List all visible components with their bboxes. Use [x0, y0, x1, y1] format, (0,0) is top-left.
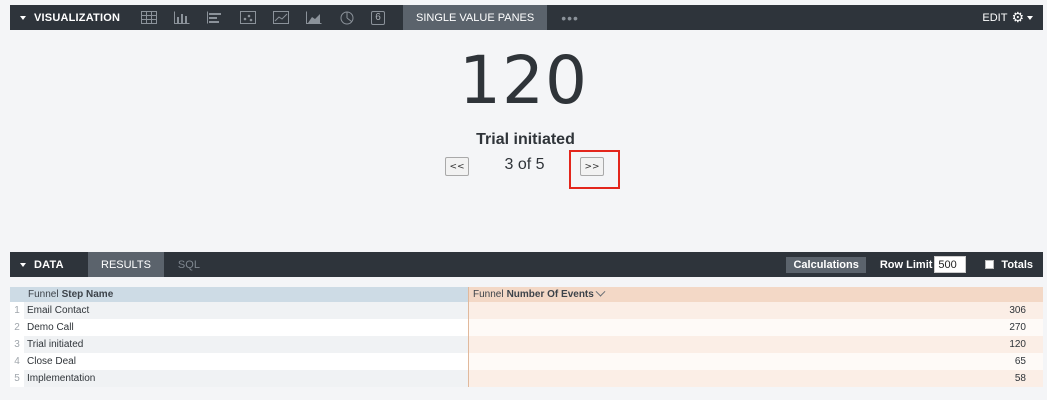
table-icon[interactable]: [140, 10, 158, 26]
calculations-button[interactable]: Calculations: [786, 256, 866, 273]
cell-number-of-events[interactable]: 65: [468, 353, 1043, 370]
pane-pager: << 3 of 5 >>: [0, 153, 1047, 181]
row-limit-input[interactable]: [934, 256, 967, 273]
previous-pane-button[interactable]: <<: [445, 157, 469, 176]
single-value-label: Trial initiated: [476, 131, 575, 148]
single-value-icon[interactable]: 6: [371, 10, 385, 25]
cell-step-name[interactable]: Implementation: [24, 370, 468, 387]
caret-down-icon: [20, 15, 26, 20]
table-row: 5 Implementation 58: [10, 370, 1043, 387]
column-name: Number Of Events: [506, 289, 594, 300]
table-row: 3 Trial initiated 120: [10, 336, 1043, 353]
pie-chart-icon[interactable]: [338, 10, 356, 26]
row-index: 4: [10, 353, 24, 370]
column-prefix: Funnel: [473, 289, 504, 300]
cell-number-of-events[interactable]: 58: [468, 370, 1043, 387]
table-row: 1 Email Contact 306: [10, 302, 1043, 319]
sort-chevron-icon[interactable]: [595, 286, 606, 297]
line-chart-icon[interactable]: [272, 10, 290, 26]
edit-label: EDIT: [982, 11, 1008, 24]
cell-step-name[interactable]: Email Contact: [24, 302, 468, 319]
edit-menu[interactable]: EDIT ⚙: [982, 9, 1033, 26]
caret-down-icon: [1027, 15, 1033, 20]
cell-number-of-events[interactable]: 306: [468, 302, 1043, 319]
results-table: Funnel Step Name Funnel Number Of Events…: [10, 286, 1043, 387]
data-label: DATA: [34, 258, 64, 271]
data-tools: Calculations Row Limit Totals: [786, 256, 1033, 273]
visualization-toggle[interactable]: VISUALIZATION: [10, 12, 140, 24]
row-index: 3: [10, 336, 24, 353]
cell-step-name[interactable]: Trial initiated: [24, 336, 468, 353]
bar-chart-icon[interactable]: [206, 10, 224, 26]
cell-step-name[interactable]: Close Deal: [24, 353, 468, 370]
row-index: 1: [10, 302, 24, 319]
column-prefix: Funnel: [28, 289, 59, 300]
gear-icon: ⚙: [1011, 9, 1024, 25]
data-bar: DATA RESULTS SQL Calculations Row Limit …: [10, 252, 1043, 277]
table-header: Funnel Step Name Funnel Number Of Events: [10, 286, 1043, 302]
row-limit-label: Row Limit: [879, 258, 933, 271]
data-toggle[interactable]: DATA: [10, 259, 88, 271]
table-row: 2 Demo Call 270: [10, 319, 1043, 336]
viz-type-icons: 6: [140, 10, 400, 26]
cell-step-name[interactable]: Demo Call: [24, 319, 468, 336]
caret-down-icon: [20, 262, 26, 267]
column-header-number-of-events[interactable]: Funnel Number Of Events: [468, 286, 1043, 302]
visualization-bar: VISUALIZATION 6 SINGLE VALUE PANES ••• E…: [10, 5, 1043, 30]
area-chart-icon[interactable]: [305, 10, 323, 26]
pane-counter: 3 of 5: [504, 156, 545, 173]
column-header-step-name[interactable]: Funnel Step Name: [10, 287, 468, 302]
tab-sql[interactable]: SQL: [164, 252, 213, 277]
cell-number-of-events[interactable]: 120: [468, 336, 1043, 353]
highlight-box: [569, 150, 620, 189]
row-index: 2: [10, 319, 24, 336]
tab-single-value-panes[interactable]: SINGLE VALUE PANES: [403, 5, 548, 30]
table-row: 4 Close Deal 65: [10, 353, 1043, 370]
totals-label: Totals: [1001, 258, 1033, 271]
more-options-icon[interactable]: •••: [561, 10, 579, 26]
column-name: Step Name: [61, 289, 114, 300]
column-chart-icon[interactable]: [173, 10, 191, 26]
cell-number-of-events[interactable]: 270: [468, 319, 1043, 336]
single-value-number: 120: [459, 42, 588, 119]
row-index: 5: [10, 370, 24, 387]
scatter-icon[interactable]: [239, 10, 257, 26]
table-body: 1 Email Contact 306 2 Demo Call 270 3 Tr…: [10, 302, 1043, 387]
tab-results[interactable]: RESULTS: [88, 252, 164, 277]
totals-checkbox[interactable]: [985, 260, 995, 269]
visualization-label: VISUALIZATION: [34, 11, 121, 24]
